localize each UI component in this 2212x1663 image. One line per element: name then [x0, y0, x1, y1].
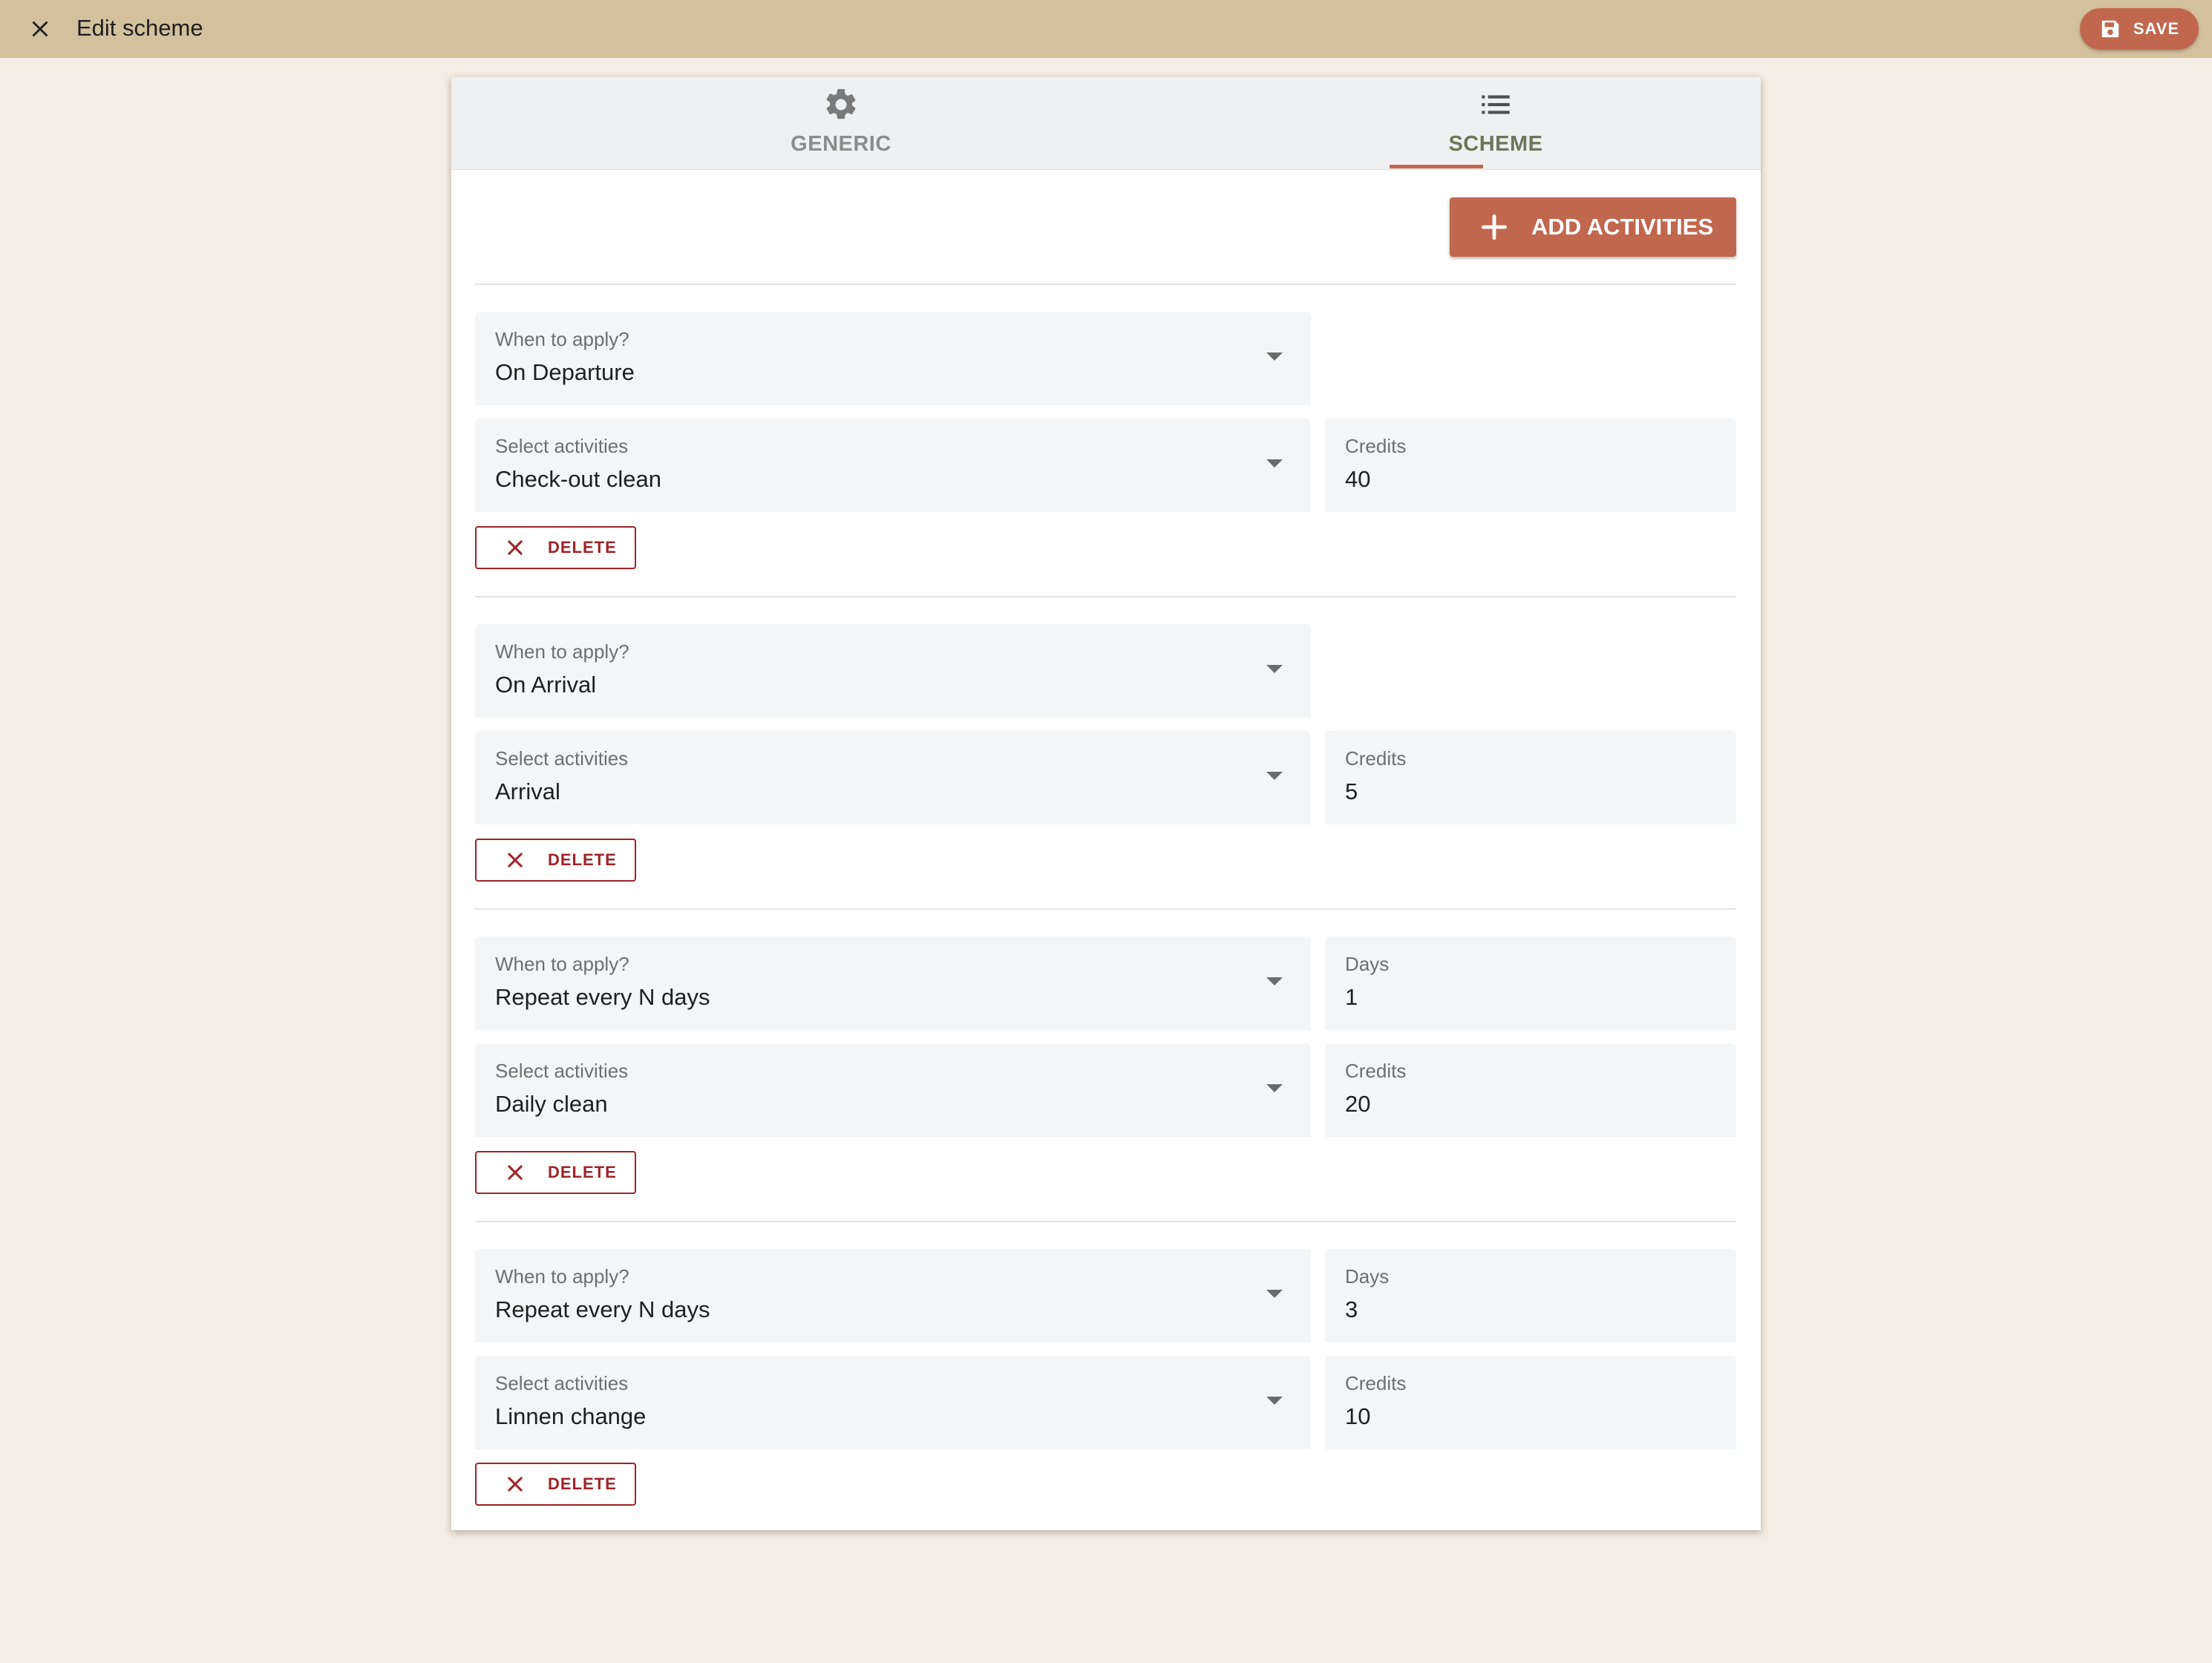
save-icon — [2101, 20, 2119, 38]
field-value: On Departure — [495, 359, 635, 385]
divider — [475, 1221, 1736, 1222]
select-activities-select[interactable]: Select activities Linnen change — [475, 1356, 1311, 1449]
tab-scheme[interactable]: SCHEME — [1373, 77, 1618, 170]
field-value: 10 — [1345, 1403, 1371, 1429]
field-label: Credits — [1345, 435, 1407, 457]
credits-input[interactable]: Credits 10 — [1325, 1356, 1736, 1449]
delete-button[interactable]: DELETE — [475, 1151, 636, 1194]
field-value: 5 — [1345, 778, 1358, 804]
dropdown-arrow-icon — [1266, 1084, 1283, 1092]
dropdown-arrow-icon — [1266, 352, 1283, 361]
close-icon — [508, 853, 523, 867]
field-label: Select activities — [495, 747, 629, 770]
delete-button[interactable]: DELETE — [475, 1463, 636, 1506]
credits-input[interactable]: Credits 20 — [1325, 1043, 1736, 1137]
field-value: Arrival — [495, 778, 560, 804]
field-value: Check-out clean — [495, 466, 662, 492]
field-value: Daily clean — [495, 1091, 608, 1117]
field-label: Select activities — [495, 435, 629, 457]
field-label: Days — [1345, 1265, 1390, 1288]
select-activities-select[interactable]: Select activities Daily clean — [475, 1043, 1311, 1137]
select-activities-select[interactable]: Select activities Arrival — [475, 731, 1311, 824]
field-value: Repeat every N days — [495, 984, 710, 1010]
close-icon — [508, 1477, 523, 1492]
delete-button-label: DELETE — [548, 1475, 617, 1493]
days-input[interactable]: Days 1 — [1325, 937, 1736, 1030]
credits-input[interactable]: Credits 5 — [1325, 731, 1736, 824]
tab-generic[interactable]: GENERIC — [719, 77, 963, 170]
divider — [475, 908, 1736, 910]
dropdown-arrow-icon — [1266, 772, 1283, 780]
field-value: 3 — [1345, 1296, 1358, 1322]
field-label: Credits — [1345, 1060, 1407, 1082]
field-value: Linnen change — [495, 1403, 647, 1429]
save-button-label: SAVE — [2133, 19, 2180, 38]
delete-button[interactable]: DELETE — [475, 839, 636, 882]
when-to-apply-select[interactable]: When to apply? Repeat every N days — [475, 937, 1311, 1030]
gear-icon — [826, 89, 856, 119]
dropdown-arrow-icon — [1266, 1397, 1283, 1405]
dropdown-arrow-icon — [1266, 977, 1283, 985]
delete-button[interactable]: DELETE — [475, 526, 636, 569]
dropdown-arrow-icon — [1266, 459, 1283, 468]
select-activities-select[interactable]: Select activities Check-out clean — [475, 419, 1311, 512]
field-label: When to apply? — [495, 640, 629, 663]
field-label: Days — [1345, 953, 1390, 975]
field-value: 20 — [1345, 1091, 1371, 1117]
divider — [475, 283, 1736, 285]
close-icon — [508, 1165, 523, 1180]
add-activities-label: ADD ACTIVITIES — [1531, 214, 1714, 240]
field-label: When to apply? — [495, 953, 629, 975]
delete-button-label: DELETE — [548, 538, 617, 557]
tab-scheme-label: SCHEME — [1448, 132, 1543, 156]
field-label: When to apply? — [495, 328, 629, 350]
field-value: 40 — [1345, 466, 1371, 492]
divider — [475, 596, 1736, 597]
delete-button-label: DELETE — [548, 850, 617, 869]
top-app-bar: Edit scheme SAVE — [0, 0, 2212, 58]
save-button[interactable]: SAVE — [2080, 8, 2199, 50]
tab-bar: GENERIC SCHEME — [451, 77, 1761, 170]
field-value: 1 — [1345, 984, 1358, 1010]
field-label: Select activities — [495, 1060, 629, 1082]
field-label: Select activities — [495, 1372, 629, 1394]
active-tab-indicator — [1390, 165, 1483, 168]
field-value: Repeat every N days — [495, 1296, 710, 1322]
credits-input[interactable]: Credits 40 — [1325, 419, 1736, 512]
scheme-card: GENERIC SCHEME ADD ACTIVITIES When to ap… — [451, 77, 1761, 1530]
when-to-apply-select[interactable]: When to apply? On Departure — [475, 312, 1311, 405]
field-label: Credits — [1345, 747, 1407, 770]
close-button[interactable] — [24, 13, 56, 45]
dropdown-arrow-icon — [1266, 665, 1283, 673]
days-input[interactable]: Days 3 — [1325, 1249, 1736, 1342]
field-label: When to apply? — [495, 1265, 629, 1288]
delete-button-label: DELETE — [548, 1163, 617, 1181]
plus-icon — [1481, 214, 1508, 240]
close-icon — [32, 21, 48, 37]
when-to-apply-select[interactable]: When to apply? Repeat every N days — [475, 1249, 1311, 1342]
close-icon — [508, 540, 523, 555]
add-activities-button[interactable]: ADD ACTIVITIES — [1450, 197, 1736, 257]
list-icon — [1482, 95, 1510, 114]
when-to-apply-select[interactable]: When to apply? On Arrival — [475, 624, 1311, 718]
field-label: Credits — [1345, 1372, 1407, 1394]
tab-generic-label: GENERIC — [791, 132, 891, 156]
field-value: On Arrival — [495, 672, 597, 698]
dropdown-arrow-icon — [1266, 1290, 1283, 1298]
page-title: Edit scheme — [76, 15, 203, 41]
